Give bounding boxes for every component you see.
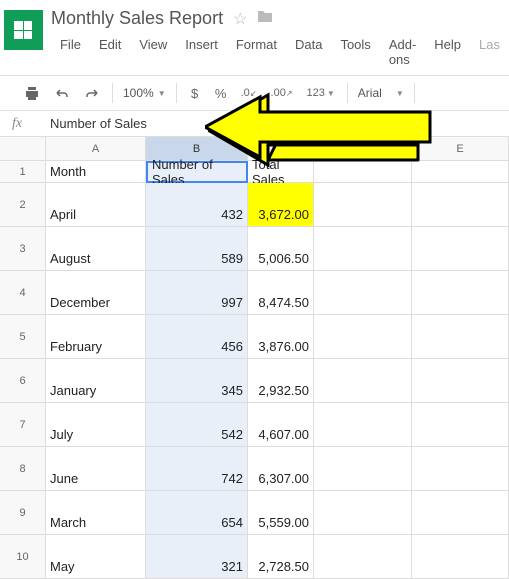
undo-icon[interactable]: [48, 80, 76, 106]
cell[interactable]: March: [46, 491, 146, 535]
cell[interactable]: [412, 183, 509, 227]
decrease-decimal[interactable]: .0↙: [235, 80, 263, 106]
zoom-select[interactable]: 100%▼: [119, 86, 170, 100]
toolbar: 100%▼ $ % .0↙ .00↗ 123▼ Arial▼: [0, 75, 509, 111]
cell[interactable]: 997: [146, 271, 248, 315]
menu-last-edit[interactable]: Las: [470, 33, 509, 71]
fx-label: fx: [0, 116, 46, 132]
row-header[interactable]: 6: [0, 359, 46, 403]
cell[interactable]: [412, 403, 509, 447]
cell[interactable]: [314, 535, 412, 579]
spreadsheet-grid: A B C D E 1 Month Number of Sales Total …: [0, 137, 509, 579]
row-header[interactable]: 1: [0, 161, 46, 183]
cell[interactable]: 5,559.00: [248, 491, 314, 535]
redo-icon[interactable]: [78, 80, 106, 106]
cell[interactable]: 456: [146, 315, 248, 359]
menu-view[interactable]: View: [130, 33, 176, 71]
menu-tools[interactable]: Tools: [331, 33, 379, 71]
cell[interactable]: [314, 315, 412, 359]
format-currency[interactable]: $: [183, 80, 207, 106]
cell[interactable]: 6,307.00: [248, 447, 314, 491]
cell-d1[interactable]: [314, 161, 412, 183]
formula-bar[interactable]: Number of Sales: [46, 116, 147, 131]
cell[interactable]: May: [46, 535, 146, 579]
col-header-e[interactable]: E: [412, 137, 509, 161]
cell[interactable]: [412, 271, 509, 315]
cell[interactable]: 2,932.50: [248, 359, 314, 403]
menu-data[interactable]: Data: [286, 33, 331, 71]
row-header[interactable]: 2: [0, 183, 46, 227]
row-header[interactable]: 10: [0, 535, 46, 579]
cell[interactable]: August: [46, 227, 146, 271]
cell[interactable]: 321: [146, 535, 248, 579]
select-all-corner[interactable]: [0, 137, 46, 161]
sheets-logo[interactable]: [4, 10, 43, 50]
cell[interactable]: July: [46, 403, 146, 447]
cell[interactable]: 589: [146, 227, 248, 271]
cell[interactable]: [412, 315, 509, 359]
cell[interactable]: 432: [146, 183, 248, 227]
menu-bar: File Edit View Insert Format Data Tools …: [51, 33, 509, 71]
cell[interactable]: February: [46, 315, 146, 359]
menu-help[interactable]: Help: [425, 33, 470, 71]
increase-decimal[interactable]: .00↗: [265, 80, 299, 106]
cell[interactable]: [314, 491, 412, 535]
cell-b1[interactable]: Number of Sales: [146, 161, 248, 183]
star-icon[interactable]: ☆: [233, 9, 247, 29]
cell[interactable]: [314, 183, 412, 227]
cell[interactable]: [314, 227, 412, 271]
cell[interactable]: [412, 491, 509, 535]
cell[interactable]: [412, 359, 509, 403]
cell[interactable]: 3,672.00: [248, 183, 314, 227]
more-formats[interactable]: 123▼: [301, 80, 341, 106]
cell[interactable]: April: [46, 183, 146, 227]
cell[interactable]: 8,474.50: [248, 271, 314, 315]
cell[interactable]: 542: [146, 403, 248, 447]
menu-insert[interactable]: Insert: [176, 33, 227, 71]
folder-icon[interactable]: [257, 9, 273, 28]
cell[interactable]: 742: [146, 447, 248, 491]
cell[interactable]: 3,876.00: [248, 315, 314, 359]
cell[interactable]: December: [46, 271, 146, 315]
cell-c1[interactable]: Total Sales: [248, 161, 314, 183]
font-select[interactable]: Arial▼: [354, 86, 408, 100]
cell[interactable]: 5,006.50: [248, 227, 314, 271]
cell-e1[interactable]: [412, 161, 509, 183]
row-header[interactable]: 8: [0, 447, 46, 491]
menu-edit[interactable]: Edit: [90, 33, 130, 71]
cell[interactable]: 654: [146, 491, 248, 535]
menu-addons[interactable]: Add-ons: [380, 33, 425, 71]
col-header-a[interactable]: A: [46, 137, 146, 161]
cell[interactable]: [314, 447, 412, 491]
cell[interactable]: [412, 227, 509, 271]
format-percent[interactable]: %: [209, 80, 233, 106]
document-title[interactable]: Monthly Sales Report: [51, 8, 223, 29]
cell[interactable]: 345: [146, 359, 248, 403]
cell[interactable]: 2,728.50: [248, 535, 314, 579]
cell[interactable]: 4,607.00: [248, 403, 314, 447]
cell[interactable]: [412, 535, 509, 579]
menu-file[interactable]: File: [51, 33, 90, 71]
cell-a1[interactable]: Month: [46, 161, 146, 183]
row-header[interactable]: 5: [0, 315, 46, 359]
cell[interactable]: June: [46, 447, 146, 491]
cell[interactable]: [412, 447, 509, 491]
row-header[interactable]: 4: [0, 271, 46, 315]
row-header[interactable]: 7: [0, 403, 46, 447]
cell[interactable]: January: [46, 359, 146, 403]
print-icon[interactable]: [18, 80, 46, 106]
cell[interactable]: [314, 403, 412, 447]
row-header[interactable]: 9: [0, 491, 46, 535]
row-header[interactable]: 3: [0, 227, 46, 271]
col-header-d[interactable]: D: [314, 137, 412, 161]
cell[interactable]: [314, 271, 412, 315]
menu-format[interactable]: Format: [227, 33, 286, 71]
cell[interactable]: [314, 359, 412, 403]
